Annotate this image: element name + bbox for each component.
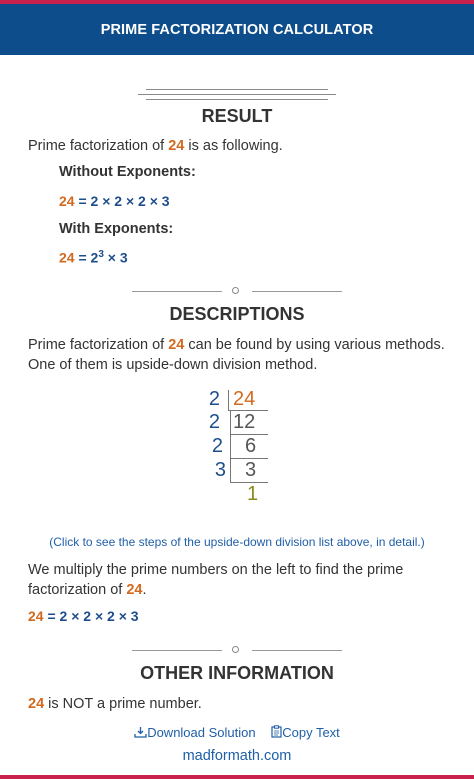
descriptions-paragraph-1: Prime factorization of 24 can be found b… xyxy=(28,337,445,353)
page-title: PRIME FACTORIZATION CALCULATOR xyxy=(100,21,374,38)
ladder-row: 1 xyxy=(200,483,280,507)
section-divider xyxy=(132,284,342,298)
ladder-divisor: 3 xyxy=(214,459,226,481)
result-intro: Prime factorization of 24 is as followin… xyxy=(28,138,283,154)
download-icon xyxy=(134,727,147,738)
result-heading: RESULT xyxy=(201,106,273,126)
ladder-quotient: 24 xyxy=(233,388,256,410)
decorative-rule xyxy=(146,89,328,90)
descriptions-paragraph-2: One of them is upside-down division meth… xyxy=(28,357,318,373)
descriptions-equation: 24 = 2 × 2 × 2 × 3 xyxy=(28,608,139,624)
ladder-divisor: 2 xyxy=(211,435,223,457)
descriptions-paragraph-4: factorization of 24. xyxy=(28,582,147,598)
ladder-row: 2 6 xyxy=(200,435,280,459)
download-solution-button[interactable]: Download Solution xyxy=(134,725,259,740)
ladder-quotient: 3 xyxy=(245,459,257,481)
ladder-row: 2 12 xyxy=(200,411,280,435)
descriptions-paragraph-3: We multiply the prime numbers on the lef… xyxy=(28,562,404,578)
ladder-bracket xyxy=(230,458,268,459)
result-number: 24 xyxy=(168,138,185,154)
ladder-bracket xyxy=(230,434,268,435)
clipboard-icon xyxy=(271,725,282,738)
section-divider xyxy=(132,643,342,657)
descriptions-heading: DESCRIPTIONS xyxy=(169,304,305,324)
division-steps-link[interactable]: (Click to see the steps of the upside-do… xyxy=(0,535,474,549)
upside-down-division-ladder[interactable]: 2 24 2 12 2 6 3 3 1 xyxy=(200,388,280,508)
footer-actions: Download Solution Copy Text xyxy=(0,725,474,740)
other-information-heading: OTHER INFORMATION xyxy=(140,663,334,683)
without-exponents-equation: 24 = 2 × 2 × 2 × 3 xyxy=(59,193,170,209)
decorative-rule xyxy=(138,94,336,95)
with-exponents-label: With Exponents: xyxy=(59,221,174,237)
ladder-bracket xyxy=(230,411,231,482)
ladder-row: 3 3 xyxy=(200,459,280,483)
ladder-row: 2 24 xyxy=(200,388,280,412)
ladder-divisor: 2 xyxy=(208,388,220,410)
site-link[interactable]: madformath.com xyxy=(0,748,474,764)
ladder-final: 1 xyxy=(247,483,259,505)
without-exponents-label: Without Exponents: xyxy=(59,164,196,180)
ladder-quotient: 6 xyxy=(245,435,257,457)
ladder-quotient: 12 xyxy=(233,411,256,433)
ladder-bracket xyxy=(228,390,229,410)
ladder-bracket xyxy=(228,410,268,411)
copy-text-button[interactable]: Copy Text xyxy=(271,725,340,740)
with-exponents-equation: 24 = 23 × 3 xyxy=(59,249,128,266)
decorative-rule xyxy=(146,99,328,100)
page-header: PRIME FACTORIZATION CALCULATOR xyxy=(0,4,474,55)
other-information-text: 24 is NOT a prime number. xyxy=(28,696,202,712)
ladder-divisor: 2 xyxy=(208,411,220,433)
ladder-bracket xyxy=(230,482,268,483)
bottom-accent-stripe xyxy=(0,775,474,779)
